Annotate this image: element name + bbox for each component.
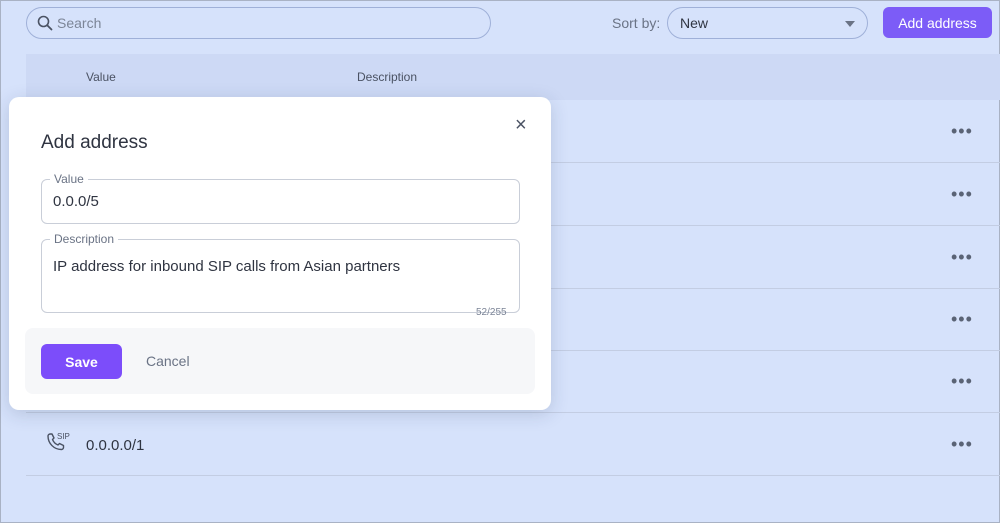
- row-menu-icon[interactable]: •••: [951, 435, 973, 453]
- row-menu-icon[interactable]: •••: [951, 248, 973, 266]
- column-header-description: Description: [357, 70, 418, 84]
- column-header-value: Value: [86, 70, 116, 84]
- row-value: 0.0.0.0/1: [86, 437, 145, 454]
- add-address-button[interactable]: Add address: [883, 7, 992, 38]
- description-field-label: Description: [50, 232, 119, 246]
- description-input[interactable]: IP address for inbound SIP calls from As…: [53, 257, 508, 297]
- search-input[interactable]: [57, 15, 477, 31]
- dialog-footer: Save Cancel: [25, 328, 535, 394]
- character-counter: 52/255: [476, 307, 507, 318]
- search-icon: [37, 15, 53, 31]
- value-input[interactable]: [53, 193, 508, 210]
- add-address-dialog: Add address × Value Description IP addre…: [9, 97, 551, 410]
- dialog-title: Add address: [41, 132, 148, 153]
- row-menu-icon[interactable]: •••: [951, 122, 973, 140]
- description-field: Description IP address for inbound SIP c…: [41, 232, 520, 313]
- search-box[interactable]: [26, 7, 491, 39]
- save-button[interactable]: Save: [41, 344, 122, 379]
- sort-select[interactable]: New: [667, 7, 868, 39]
- sip-phone-icon: SIP: [47, 432, 70, 451]
- row-menu-icon[interactable]: •••: [951, 185, 973, 203]
- row-menu-icon[interactable]: •••: [951, 372, 973, 390]
- svg-text:SIP: SIP: [57, 432, 70, 441]
- caret-down-icon: [845, 21, 855, 27]
- value-field: Value: [41, 172, 520, 224]
- row-menu-icon[interactable]: •••: [951, 310, 973, 328]
- sort-label: Sort by:: [612, 15, 661, 31]
- sort-selected-value: New: [680, 15, 709, 31]
- value-field-label: Value: [50, 172, 88, 186]
- table-row: SIP 0.0.0.0/1 •••: [26, 413, 1000, 476]
- table-header: Value Description: [26, 54, 1000, 100]
- close-icon[interactable]: ×: [515, 115, 527, 135]
- cancel-button[interactable]: Cancel: [146, 353, 190, 369]
